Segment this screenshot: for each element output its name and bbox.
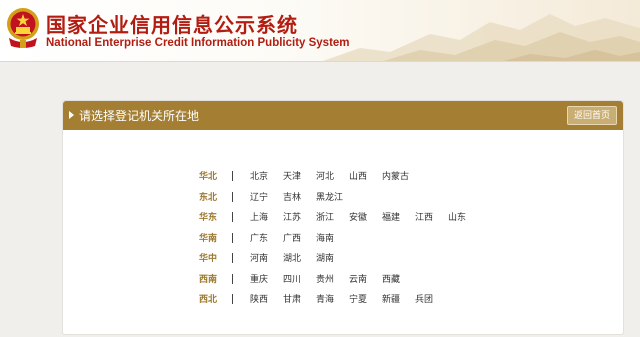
region-separator [232, 191, 233, 202]
region-select-panel: 请选择登记机关所在地 返回首页 华北 北京 天津 河北 山西 内蒙古东北 辽宁 吉林 黑龙江华东… [62, 100, 624, 335]
province-link[interactable]: 云南 [349, 272, 367, 285]
region-label: 西南 [199, 274, 218, 285]
panel-header: 请选择登记机关所在地 返回首页 [63, 101, 623, 130]
site-header: 国家企业信用信息公示系统 National Enterprise Credit … [0, 0, 640, 62]
province-link[interactable]: 上海 [250, 210, 268, 223]
province-link[interactable]: 贵州 [316, 272, 334, 285]
province-link[interactable]: 北京 [250, 169, 268, 182]
province-link[interactable]: 青海 [316, 292, 334, 305]
national-emblem-icon [7, 8, 39, 48]
province-link[interactable]: 内蒙古 [382, 169, 409, 182]
panel-title: 请选择登记机关所在地 [79, 109, 200, 123]
province-link[interactable]: 山东 [448, 210, 466, 223]
province-link[interactable]: 黑龙江 [316, 190, 343, 203]
site-title-en: National Enterprise Credit Information P… [46, 37, 350, 49]
region-label: 西北 [199, 295, 218, 305]
province-link[interactable]: 宁夏 [349, 292, 367, 305]
region-separator [232, 171, 233, 181]
site-title-cn: 国家企业信用信息公示系统 [46, 13, 298, 37]
province-link[interactable]: 陕西 [250, 292, 268, 305]
province-link[interactable]: 西藏 [382, 272, 400, 285]
province-link[interactable]: 江苏 [283, 210, 301, 223]
province-link[interactable]: 广西 [283, 231, 301, 244]
province-link[interactable]: 河北 [316, 169, 334, 182]
back-home-button[interactable]: 返回首页 [566, 106, 617, 125]
province-link[interactable]: 新疆 [382, 292, 400, 305]
province-link[interactable]: 河南 [250, 251, 268, 264]
province-link[interactable]: 天津 [283, 169, 301, 182]
province-link[interactable]: 辽宁 [250, 190, 268, 203]
region-separator [232, 232, 233, 243]
province-link[interactable]: 福建 [382, 210, 400, 223]
province-link[interactable]: 湖南 [316, 251, 334, 264]
triangle-right-icon [69, 111, 74, 119]
region-separator [232, 294, 233, 304]
province-link[interactable]: 甘肃 [283, 292, 301, 305]
province-link[interactable]: 广东 [250, 231, 268, 244]
region-separator [232, 212, 233, 222]
region-label: 华南 [199, 233, 218, 244]
province-link[interactable]: 江西 [415, 210, 433, 223]
region-label: 华中 [199, 254, 218, 264]
region-label: 华东 [199, 213, 218, 223]
province-link[interactable]: 四川 [283, 272, 301, 285]
region-label: 华北 [199, 172, 218, 182]
province-link[interactable]: 重庆 [250, 272, 268, 285]
province-link[interactable]: 兵团 [415, 292, 433, 305]
province-link[interactable]: 安徽 [349, 210, 367, 223]
region-label: 东北 [199, 192, 218, 203]
province-link[interactable]: 山西 [349, 169, 367, 182]
province-link[interactable]: 吉林 [283, 190, 301, 203]
province-link[interactable]: 海南 [316, 231, 334, 244]
mountain-background-graphic [322, 14, 640, 61]
region-separator [232, 273, 233, 284]
province-link[interactable]: 浙江 [316, 210, 334, 223]
region-separator [232, 253, 233, 263]
province-link[interactable]: 湖北 [283, 251, 301, 264]
